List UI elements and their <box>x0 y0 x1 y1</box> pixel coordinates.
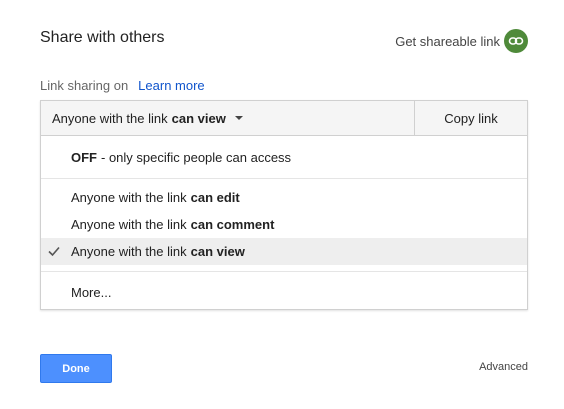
get-shareable-link-label: Get shareable link <box>395 33 500 49</box>
done-button[interactable]: Done <box>40 354 112 383</box>
link-sharing-label: Link sharing on <box>40 78 129 93</box>
menu-item-more[interactable]: More... <box>41 279 527 306</box>
link-sharing-status: Link sharing on Learn more <box>40 78 205 93</box>
dropdown-value-prefix: Anyone with the link <box>52 110 168 126</box>
get-shareable-link-button[interactable]: Get shareable link <box>395 29 528 53</box>
menu-item-can-view-text: Anyone with the link <box>71 244 187 259</box>
menu-item-can-comment-text: Anyone with the link <box>71 217 187 232</box>
sharing-options-panel: Anyone with the link can view Copy link … <box>40 100 528 310</box>
dropdown-value-bold: can view <box>171 110 226 126</box>
menu-item-off-bold: OFF <box>71 150 97 165</box>
learn-more-link[interactable]: Learn more <box>138 78 204 93</box>
menu-item-can-edit-bold: can edit <box>190 190 240 205</box>
caret-down-icon <box>234 116 243 120</box>
menu-item-can-comment[interactable]: Anyone with the link can comment <box>41 211 527 238</box>
menu-item-can-edit-text: Anyone with the link <box>71 190 187 205</box>
menu-item-more-text: More... <box>71 285 112 300</box>
dialog-title: Share with others <box>40 29 165 46</box>
menu-item-can-view[interactable]: Anyone with the link can view <box>41 238 527 265</box>
advanced-link[interactable]: Advanced <box>479 361 528 373</box>
menu-item-can-comment-bold: can comment <box>190 217 275 232</box>
menu-item-can-view-bold: can view <box>190 244 245 259</box>
menu-item-can-edit[interactable]: Anyone with the link can edit <box>41 184 527 211</box>
menu-item-off[interactable]: OFF - only specific people can access <box>41 144 527 171</box>
copy-link-button[interactable]: Copy link <box>414 101 527 136</box>
checkmark-icon <box>47 244 61 261</box>
menu-divider <box>41 178 527 179</box>
sharing-level-dropdown[interactable]: Anyone with the link can view <box>41 101 414 136</box>
menu-divider <box>41 271 527 272</box>
link-icon[interactable] <box>504 29 528 53</box>
menu-item-off-text: - only specific people can access <box>101 150 292 165</box>
